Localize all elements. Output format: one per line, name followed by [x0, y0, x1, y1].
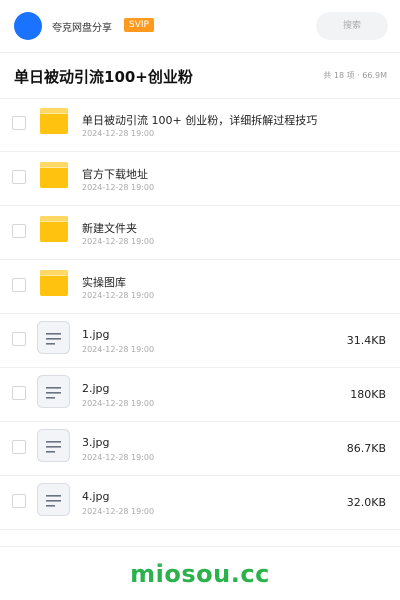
share-page: 夸克网盘分享 SVIP 搜索 单日被动引流100+创业粉 共 18 项 · 66…	[0, 0, 400, 600]
folder-header: 单日被动引流100+创业粉 共 18 项 · 66.9M	[0, 52, 400, 99]
row-checkbox[interactable]	[12, 494, 26, 508]
row-checkbox[interactable]	[12, 224, 26, 238]
divider	[0, 546, 400, 547]
document-icon	[37, 321, 70, 354]
svip-badge: SVIP	[124, 18, 154, 32]
folder-row[interactable]: 官方下载地址 2024-12-28 19:00	[0, 152, 400, 206]
file-list: 单日被动引流 100+ 创业粉，详细拆解过程技巧 2024-12-28 19:00…	[0, 98, 400, 530]
file-size: 180KB	[350, 388, 386, 401]
file-name[interactable]: 1.jpg	[82, 328, 110, 341]
file-name[interactable]: 4.jpg	[82, 490, 110, 503]
file-date: 2024-12-28 19:00	[82, 345, 155, 354]
folder-icon	[40, 216, 68, 242]
search-input[interactable]: 搜索	[316, 12, 388, 40]
avatar[interactable]	[14, 12, 42, 40]
file-size: 31.4KB	[346, 334, 386, 347]
folder-icon	[40, 162, 68, 188]
file-name[interactable]: 官方下载地址	[82, 166, 148, 182]
document-icon	[37, 375, 70, 408]
document-icon	[37, 429, 70, 462]
file-date: 2024-12-28 19:00	[82, 399, 155, 408]
share-owner-name: 夸克网盘分享	[52, 23, 112, 34]
folder-row[interactable]: 单日被动引流 100+ 创业粉，详细拆解过程技巧 2024-12-28 19:00	[0, 98, 400, 152]
row-checkbox[interactable]	[12, 116, 26, 130]
page-title: 单日被动引流100+创业粉	[14, 68, 193, 86]
row-checkbox[interactable]	[12, 440, 26, 454]
file-row[interactable]: 3.jpg 2024-12-28 19:00 86.7KB	[0, 422, 400, 476]
file-name[interactable]: 新建文件夹	[82, 220, 137, 236]
file-row[interactable]: 4.jpg 2024-12-28 19:00 32.0KB	[0, 476, 400, 530]
file-date: 2024-12-28 19:00	[82, 291, 155, 300]
folder-icon	[40, 270, 68, 296]
document-icon	[37, 483, 70, 516]
folder-icon	[40, 108, 68, 134]
row-checkbox[interactable]	[12, 386, 26, 400]
folder-summary: 共 18 项 · 66.9M	[323, 71, 387, 80]
folder-row[interactable]: 新建文件夹 2024-12-28 19:00	[0, 206, 400, 260]
watermark-text: miosou.cc	[130, 560, 270, 588]
file-date: 2024-12-28 19:00	[82, 507, 155, 516]
file-name[interactable]: 单日被动引流 100+ 创业粉，详细拆解过程技巧	[82, 112, 317, 128]
file-date: 2024-12-28 19:00	[82, 237, 155, 246]
file-date: 2024-12-28 19:00	[82, 183, 155, 192]
row-checkbox[interactable]	[12, 170, 26, 184]
file-date: 2024-12-28 19:00	[82, 129, 155, 138]
file-size: 32.0KB	[346, 496, 386, 509]
file-size: 86.7KB	[346, 442, 386, 455]
file-row[interactable]: 1.jpg 2024-12-28 19:00 31.4KB	[0, 314, 400, 368]
row-checkbox[interactable]	[12, 332, 26, 346]
file-name[interactable]: 2.jpg	[82, 382, 110, 395]
file-name[interactable]: 实操图库	[82, 274, 126, 290]
folder-row[interactable]: 实操图库 2024-12-28 19:00	[0, 260, 400, 314]
file-date: 2024-12-28 19:00	[82, 453, 155, 462]
file-name[interactable]: 3.jpg	[82, 436, 110, 449]
top-bar: 夸克网盘分享 SVIP 搜索	[0, 0, 400, 53]
row-checkbox[interactable]	[12, 278, 26, 292]
file-row[interactable]: 2.jpg 2024-12-28 19:00 180KB	[0, 368, 400, 422]
